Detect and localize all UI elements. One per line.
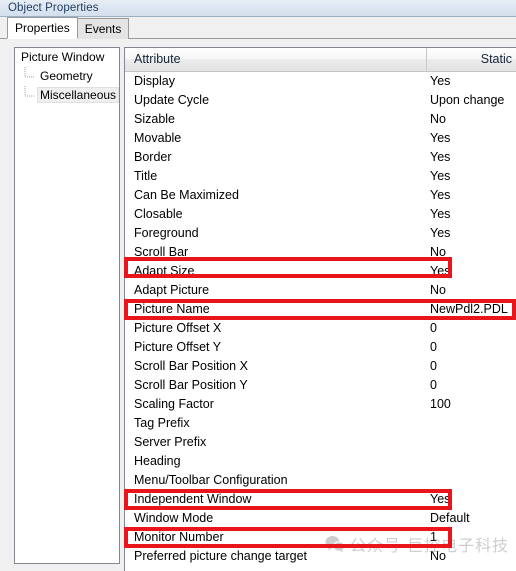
table-row[interactable]: Independent Window Yes [125,490,516,509]
table-row[interactable]: Update Cycle Upon change [125,91,516,110]
attribute-name-cell: Picture Name [134,302,210,316]
attribute-value-cell[interactable]: Yes [428,490,516,509]
attribute-value-cell[interactable]: Yes [428,186,516,205]
table-row[interactable]: Adapt Picture No [125,281,516,300]
column-header-static[interactable]: Static [426,48,516,71]
attribute-value-cell[interactable]: Default [428,509,516,528]
attribute-grid[interactable]: Attribute Static Display Yes Update Cycle U… [124,47,516,571]
attribute-value-cell[interactable]: NewPdl2.PDL [428,300,516,319]
tab-strip: Properties Events [0,17,516,39]
properties-panel: Picture Window Geometry Miscellaneous At… [0,39,516,571]
attribute-name-cell: Menu/Toolbar Configuration [134,473,288,487]
attribute-value-cell[interactable]: No [428,243,516,262]
table-row[interactable]: Window Mode Default [125,509,516,528]
attribute-name-cell: Adapt Picture [134,283,210,297]
table-row[interactable]: Scroll Bar Position X 0 [125,357,516,376]
table-row[interactable]: Sizable No [125,110,516,129]
tree-branch-icon [24,67,35,78]
table-row[interactable]: Scroll Bar No [125,243,516,262]
tree-item-picture-window-label: Picture Window [21,50,105,64]
attribute-name-cell: Window Mode [134,511,214,525]
attribute-value-cell[interactable]: Yes [428,148,516,167]
attribute-value-cell[interactable]: Yes [428,167,516,186]
table-row[interactable]: Menu/Toolbar Configuration [125,471,516,490]
table-row[interactable]: Can Be Maximized Yes [125,186,516,205]
table-row[interactable]: Picture Offset X 0 [125,319,516,338]
attribute-name-cell: Closable [134,207,183,221]
table-row[interactable]: Border Yes [125,148,516,167]
attribute-grid-body: Display Yes Update Cycle Upon change Sizable… [125,72,516,566]
attribute-value-cell[interactable]: 0 [428,338,516,357]
attribute-value-cell[interactable]: 1 [428,528,516,547]
attribute-name-cell: Heading [134,454,181,468]
attribute-value-cell[interactable]: Yes [428,262,516,281]
table-row[interactable]: Foreground Yes [125,224,516,243]
table-row[interactable]: Server Prefix [125,433,516,452]
attribute-name-cell: Scroll Bar Position Y [134,378,248,392]
tree-item-picture-window[interactable]: Picture Window [15,48,119,67]
table-row[interactable]: Monitor Number 1 [125,528,516,547]
attribute-name-cell: Foreground [134,226,199,240]
window-title: Object Properties [8,2,99,14]
attribute-value-cell[interactable]: 0 [428,376,516,395]
attribute-value-cell[interactable]: 0 [428,357,516,376]
table-row[interactable]: Tag Prefix [125,414,516,433]
attribute-name-cell: Title [134,169,158,183]
table-row[interactable]: Picture Name NewPdl2.PDL [125,300,516,319]
tree-item-miscellaneous-label: Miscellaneous [37,87,119,103]
tree-item-geometry-label: Geometry [40,69,93,83]
attribute-name-cell: Monitor Number [134,530,224,544]
attribute-name-cell: Scaling Factor [134,397,214,411]
attribute-value-cell[interactable]: Yes [428,224,516,243]
attribute-name-cell: Preferred picture change target [134,549,308,563]
attribute-grid-header: Attribute Static [125,48,516,72]
table-row[interactable]: Scroll Bar Position Y 0 [125,376,516,395]
attribute-name-cell: Tag Prefix [134,416,190,430]
tree-branch-end-icon [24,86,35,97]
window-titlebar: Object Properties [0,0,516,17]
column-header-attribute[interactable]: Attribute [125,48,426,71]
tab-properties[interactable]: Properties [7,17,78,39]
attribute-value-cell[interactable]: Upon change [428,91,516,110]
attribute-name-cell: Can Be Maximized [134,188,239,202]
attribute-name-cell: Scroll Bar [134,245,189,259]
table-row[interactable]: Heading [125,452,516,471]
attribute-name-cell: Border [134,150,172,164]
attribute-name-cell: Picture Offset X [134,321,222,335]
attribute-name-cell: Scroll Bar Position X [134,359,248,373]
attribute-value-cell[interactable]: Yes [428,72,516,91]
table-row[interactable]: Title Yes [125,167,516,186]
table-row[interactable]: Adapt Size Yes [125,262,516,281]
attribute-value-cell[interactable]: No [428,281,516,300]
tree-item-miscellaneous[interactable]: Miscellaneous [15,86,119,105]
attribute-name-cell: Adapt Size [134,264,195,278]
table-row[interactable]: Scaling Factor 100 [125,395,516,414]
attribute-value-cell[interactable]: No [428,110,516,129]
attribute-value-cell[interactable]: 100 [428,395,516,414]
table-row[interactable]: Display Yes [125,72,516,91]
attribute-value-cell[interactable]: Yes [428,205,516,224]
attribute-name-cell: Server Prefix [134,435,207,449]
attribute-value-cell[interactable]: No [428,547,516,566]
tab-events[interactable]: Events [76,18,130,39]
attribute-name-cell: Sizable [134,112,175,126]
table-row[interactable]: Movable Yes [125,129,516,148]
table-row[interactable]: Picture Offset Y 0 [125,338,516,357]
tab-events-label: Events [84,22,122,36]
attribute-value-cell[interactable]: Yes [428,129,516,148]
attribute-value-cell[interactable]: 0 [428,319,516,338]
attribute-name-cell: Movable [134,131,182,145]
attribute-name-cell: Picture Offset Y [134,340,222,354]
attribute-name-cell: Display [134,74,175,88]
table-row[interactable]: Closable Yes [125,205,516,224]
tree-item-geometry[interactable]: Geometry [15,67,119,86]
property-group-tree[interactable]: Picture Window Geometry Miscellaneous [14,47,120,564]
attribute-name-cell: Update Cycle [134,93,210,107]
table-row[interactable]: Preferred picture change target No [125,547,516,566]
tab-properties-label: Properties [15,21,70,35]
attribute-name-cell: Independent Window [134,492,252,506]
